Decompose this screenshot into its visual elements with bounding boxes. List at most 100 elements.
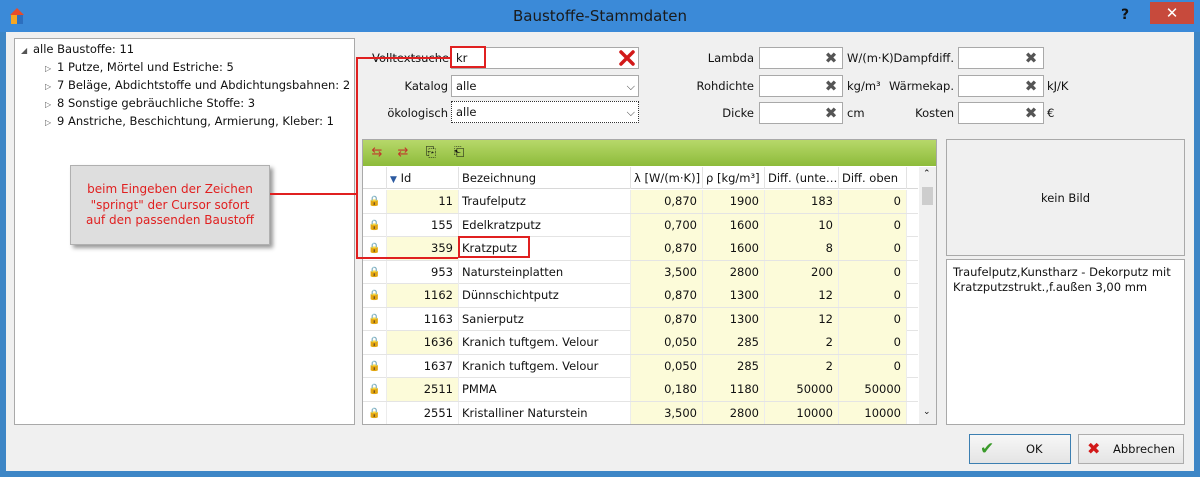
cell-diff-lower[interactable]: 12: [765, 284, 839, 307]
cell-diff-upper[interactable]: 0: [839, 331, 907, 354]
cell-diff-upper[interactable]: 0: [839, 307, 907, 331]
column-header-rho[interactable]: ρ [kg/m³]: [703, 167, 765, 189]
scroll-thumb[interactable]: [922, 187, 933, 205]
column-header-diff-lower[interactable]: Diff. (unte…: [765, 167, 839, 189]
cell-diff-lower[interactable]: 2: [765, 354, 839, 378]
table-row[interactable]: 🔒 1637 Kranich tuftgem. Velour 0,050 285 2 0: [363, 354, 918, 378]
column-header-diff-upper[interactable]: Diff. oben: [839, 167, 907, 189]
cell-name[interactable]: Traufelputz: [459, 190, 631, 213]
cell-name[interactable]: Natursteinplatten: [459, 260, 631, 284]
cell-id[interactable]: 11: [387, 190, 459, 213]
cell-diff-lower[interactable]: 12: [765, 307, 839, 331]
table-row[interactable]: 🔒 2511 PMMA 0,180 1180 50000 50000: [363, 378, 918, 402]
cell-rho[interactable]: 1180: [703, 378, 765, 401]
cell-id[interactable]: 1163: [387, 307, 459, 331]
cell-rho[interactable]: 2800: [703, 260, 765, 284]
cell-id[interactable]: 1637: [387, 354, 459, 378]
cell-diff-upper[interactable]: 0: [839, 213, 907, 237]
cell-diff-upper[interactable]: 0: [839, 284, 907, 307]
table-row[interactable]: 🔒 1636 Kranich tuftgem. Velour 0,050 285 2 0: [363, 331, 918, 355]
cell-diff-lower[interactable]: 10000: [765, 401, 839, 424]
column-header-lambda[interactable]: λ [W/(m·K)]: [631, 167, 703, 189]
cell-lambda[interactable]: 0,870: [631, 307, 703, 331]
scroll-up-icon[interactable]: ⌃: [923, 169, 931, 179]
tree-root[interactable]: ◢ alle Baustoffe: 11: [21, 41, 134, 58]
table-row[interactable]: 🔒 155 Edelkratzputz 0,700 1600 10 0: [363, 213, 918, 237]
tree-item[interactable]: ▷ 7 Beläge, Abdichtstoffe und Abdichtungs…: [45, 77, 350, 94]
cell-diff-upper[interactable]: 0: [839, 237, 907, 260]
cell-rho[interactable]: 2800: [703, 401, 765, 424]
cell-lambda[interactable]: 0,870: [631, 190, 703, 213]
cell-name[interactable]: Kranich tuftgem. Velour: [459, 354, 631, 378]
cell-lambda[interactable]: 0,870: [631, 237, 703, 260]
column-header-name[interactable]: Bezeichnung: [459, 167, 631, 189]
cancel-button[interactable]: ✖ Abbrechen: [1078, 434, 1184, 464]
cell-diff-upper[interactable]: 50000: [839, 378, 907, 401]
column-header-id[interactable]: ▼ Id: [387, 167, 459, 189]
materials-grid[interactable]: ⇆ ⇄ ⎘ ⎗ ▼ Id Bezeichnung λ [W/(m·K)] ρ […: [362, 139, 937, 425]
table-row[interactable]: 🔒 953 Natursteinplatten 3,500 2800 200 0: [363, 260, 918, 284]
cell-diff-lower[interactable]: 183: [765, 190, 839, 213]
tree-item[interactable]: ▷ 9 Anstriche, Beschichtung, Armierung, K…: [45, 113, 334, 130]
cell-lambda[interactable]: 0,870: [631, 284, 703, 307]
clear-cost-icon[interactable]: ✖: [1022, 104, 1040, 122]
cell-diff-lower[interactable]: 200: [765, 260, 839, 284]
cell-name[interactable]: Dünnschichtputz: [459, 284, 631, 307]
cell-diff-upper[interactable]: 0: [839, 190, 907, 213]
cell-lambda[interactable]: 0,180: [631, 378, 703, 401]
expand-arrow-icon[interactable]: ▷: [45, 96, 57, 113]
cell-id[interactable]: 1162: [387, 284, 459, 307]
cell-rho[interactable]: 285: [703, 354, 765, 378]
cell-id[interactable]: 2551: [387, 401, 459, 424]
table-row[interactable]: 🔒 1162 Dünnschichtputz 0,870 1300 12 0: [363, 284, 918, 308]
collapse-arrow-icon[interactable]: ◢: [21, 42, 33, 59]
cell-rho[interactable]: 1300: [703, 284, 765, 307]
cell-rho[interactable]: 1600: [703, 213, 765, 237]
ok-button[interactable]: ✔ OK: [969, 434, 1071, 464]
catalog-select[interactable]: alle ⌵: [451, 75, 639, 97]
cell-lambda[interactable]: 0,700: [631, 213, 703, 237]
clear-vapor-icon[interactable]: ✖: [1022, 49, 1040, 67]
clear-search-icon[interactable]: [618, 49, 636, 67]
table-row[interactable]: 🔒 2551 Kristalliner Naturstein 3,500 2800 100…: [363, 401, 918, 424]
cell-id[interactable]: 155: [387, 213, 459, 237]
table-row[interactable]: 🔒 11 Traufelputz 0,870 1900 183 0: [363, 190, 918, 214]
cell-diff-upper[interactable]: 10000: [839, 401, 907, 424]
tree-item[interactable]: ▷ 1 Putze, Mörtel und Estriche: 5: [45, 59, 234, 76]
add-material-icon[interactable]: ⇆: [367, 144, 387, 162]
paste-icon[interactable]: ⎗: [449, 144, 469, 162]
clear-heat-icon[interactable]: ✖: [1022, 77, 1040, 95]
cell-lambda[interactable]: 3,500: [631, 260, 703, 284]
table-row[interactable]: 🔒 1163 Sanierputz 0,870 1300 12 0: [363, 307, 918, 331]
copy-icon[interactable]: ⎘: [421, 144, 441, 162]
clear-lambda-icon[interactable]: ✖: [822, 49, 840, 67]
cell-name[interactable]: PMMA: [459, 378, 631, 401]
cell-diff-lower[interactable]: 50000: [765, 378, 839, 401]
cell-name[interactable]: Edelkratzputz: [459, 213, 631, 237]
scroll-down-icon[interactable]: ⌄: [923, 407, 931, 417]
cell-diff-lower[interactable]: 8: [765, 237, 839, 260]
expand-arrow-icon[interactable]: ▷: [45, 60, 57, 77]
expand-arrow-icon[interactable]: ▷: [45, 78, 57, 95]
vertical-scrollbar[interactable]: ⌃ ⌄: [919, 167, 936, 424]
cell-name[interactable]: Kranich tuftgem. Velour: [459, 331, 631, 354]
cell-name[interactable]: Kristalliner Naturstein: [459, 401, 631, 424]
remove-material-icon[interactable]: ⇄: [393, 144, 413, 162]
cell-lambda[interactable]: 3,500: [631, 401, 703, 424]
cell-rho[interactable]: 1300: [703, 307, 765, 331]
cell-lambda[interactable]: 0,050: [631, 331, 703, 354]
cell-rho[interactable]: 1900: [703, 190, 765, 213]
cell-diff-upper[interactable]: 0: [839, 260, 907, 284]
expand-arrow-icon[interactable]: ▷: [45, 114, 57, 131]
help-button[interactable]: ?: [1110, 3, 1140, 27]
cell-lambda[interactable]: 0,050: [631, 354, 703, 378]
cell-id[interactable]: 2511: [387, 378, 459, 401]
cell-diff-lower[interactable]: 10: [765, 213, 839, 237]
tree-item[interactable]: ▷ 8 Sonstige gebräuchliche Stoffe: 3: [45, 95, 255, 112]
cell-rho[interactable]: 1600: [703, 237, 765, 260]
ecological-select[interactable]: alle ⌵: [451, 101, 639, 123]
cell-diff-lower[interactable]: 2: [765, 331, 839, 354]
cell-rho[interactable]: 285: [703, 331, 765, 354]
clear-thickness-icon[interactable]: ✖: [822, 104, 840, 122]
clear-density-icon[interactable]: ✖: [822, 77, 840, 95]
